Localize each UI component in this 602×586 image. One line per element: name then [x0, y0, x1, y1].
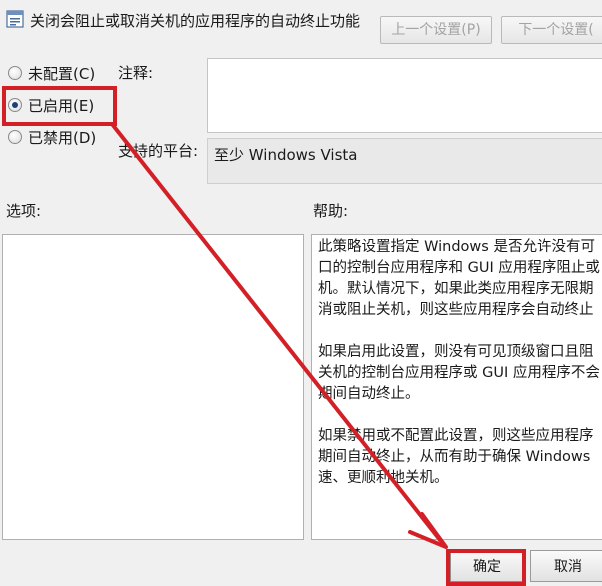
help-line: 如果禁用或不配置此设置，则这些应用程序 — [318, 428, 594, 444]
radio-not-configured[interactable]: 未配置(C) — [8, 62, 95, 84]
radio-label: 已禁用(D) — [28, 128, 97, 147]
help-line: 机。默认情况下，如果此类应用程序无限期 — [318, 281, 594, 297]
previous-setting-button[interactable]: 上一个设置(P) — [380, 16, 492, 44]
policy-title: 关闭会阻止或取消关机的应用程序的自动终止功能 — [30, 12, 361, 30]
cancel-button[interactable]: 取消 — [530, 550, 602, 582]
supported-platform-label: 支持的平台: — [118, 142, 199, 160]
help-paragraph: 如果禁用或不配置此设置，则这些应用程序 期间自动终止，从而有助于确保 Windo… — [318, 426, 602, 489]
options-pane — [2, 234, 304, 540]
help-pane[interactable]: 此策略设置指定 Windows 是否允许没有可 口的控制台应用程序和 GUI 应… — [311, 234, 602, 540]
help-line: 此策略设置指定 Windows 是否允许没有可 — [318, 239, 595, 255]
comment-label: 注释: — [118, 64, 154, 82]
comment-textarea[interactable] — [207, 58, 602, 133]
radio-enabled[interactable]: 已启用(E) — [8, 94, 94, 116]
radio-button[interactable] — [8, 66, 22, 80]
help-line: 消或阻止关机，则这些应用程序会自动终止 — [318, 302, 594, 318]
supported-platform-value: 至少 Windows Vista — [207, 138, 602, 184]
next-setting-button[interactable]: 下一个设置( — [501, 16, 602, 44]
radio-disabled[interactable]: 已禁用(D) — [8, 126, 96, 148]
help-line: 期间自动终止，从而有助于确保 Windows — [318, 449, 591, 465]
help-line: 如果启用此设置，则没有可见顶级窗口且阻 — [318, 344, 594, 360]
radio-label: 已启用(E) — [28, 96, 95, 115]
help-paragraph: 此策略设置指定 Windows 是否允许没有可 口的控制台应用程序和 GUI 应… — [318, 237, 602, 321]
help-label: 帮助: — [313, 202, 349, 220]
help-line: 关机的控制台应用程序或 GUI 应用程序不会 — [318, 365, 600, 381]
ok-button[interactable]: 确定 — [450, 550, 524, 582]
radio-button[interactable] — [8, 130, 22, 144]
help-line: 口的控制台应用程序和 GUI 应用程序阻止或 — [318, 260, 600, 276]
help-line: 期间自动终止。 — [318, 386, 420, 402]
help-paragraph: 如果启用此设置，则没有可见顶级窗口且阻 关机的控制台应用程序或 GUI 应用程序… — [318, 342, 602, 405]
radio-button-checked[interactable] — [8, 98, 22, 112]
radio-label: 未配置(C) — [28, 64, 96, 83]
help-line: 速、更顺利地关机。 — [318, 470, 449, 486]
options-label: 选项: — [6, 202, 42, 220]
title-row: 关闭会阻止或取消关机的应用程序的自动终止功能 上一个设置(P) 下一个设置( — [0, 0, 602, 44]
policy-setting-icon — [6, 10, 24, 28]
